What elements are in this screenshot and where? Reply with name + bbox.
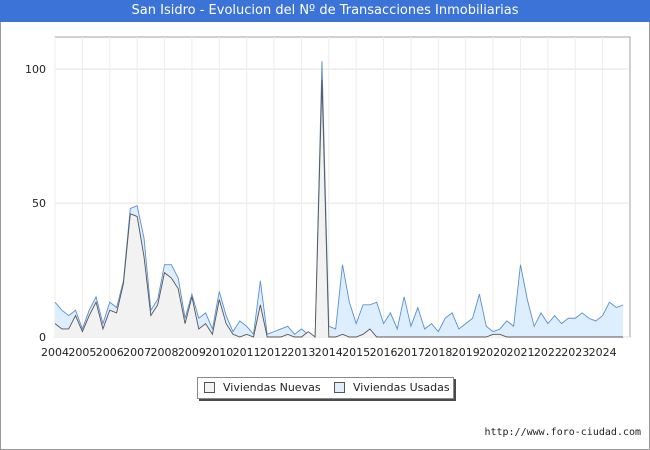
x-tick-label: 2016 [370, 346, 398, 359]
x-tick-label: 2018 [424, 346, 452, 359]
x-tick-label: 2021 [506, 346, 534, 359]
source-credit: http://www.foro-ciudad.com [484, 427, 641, 438]
x-tick-label: 2009 [178, 346, 206, 359]
x-tick-label: 2012 [260, 346, 288, 359]
x-axis-ticks: 2004 2005 2006 2007 2008 2009 2010 2011 2012 2013… [41, 346, 617, 359]
x-tick-label: 2006 [96, 346, 124, 359]
x-tick-label: 2017 [397, 346, 425, 359]
legend-swatch-usadas [334, 382, 345, 393]
x-tick-label: 2014 [315, 346, 343, 359]
y-tick-label: 100 [25, 63, 46, 76]
x-tick-label: 2007 [123, 346, 151, 359]
y-tick-label: 50 [32, 197, 46, 210]
x-tick-label: 2015 [342, 346, 370, 359]
x-tick-label: 2024 [589, 346, 617, 359]
y-tick-label: 0 [39, 331, 46, 344]
x-tick-label: 2005 [68, 346, 96, 359]
x-tick-label: 2011 [233, 346, 261, 359]
y-axis-ticks: 0 50 100 [25, 63, 46, 344]
x-tick-label: 2004 [41, 346, 69, 359]
x-tick-label: 2020 [479, 346, 507, 359]
x-tick-label: 2022 [534, 346, 562, 359]
x-tick-label: 2008 [151, 346, 179, 359]
legend-label-usadas: Viviendas Usadas [353, 381, 450, 394]
legend-label-nuevas: Viviendas Nuevas [223, 381, 321, 394]
x-tick-label: 2023 [561, 346, 589, 359]
legend-item-usadas[interactable]: Viviendas Usadas [334, 381, 450, 394]
legend-swatch-nuevas [204, 382, 215, 393]
x-tick-label: 2013 [287, 346, 315, 359]
x-tick-label: 2019 [452, 346, 480, 359]
legend: Viviendas Nuevas Viviendas Usadas [197, 377, 454, 399]
x-tick-label: 2010 [205, 346, 233, 359]
legend-item-nuevas[interactable]: Viviendas Nuevas [204, 381, 321, 394]
